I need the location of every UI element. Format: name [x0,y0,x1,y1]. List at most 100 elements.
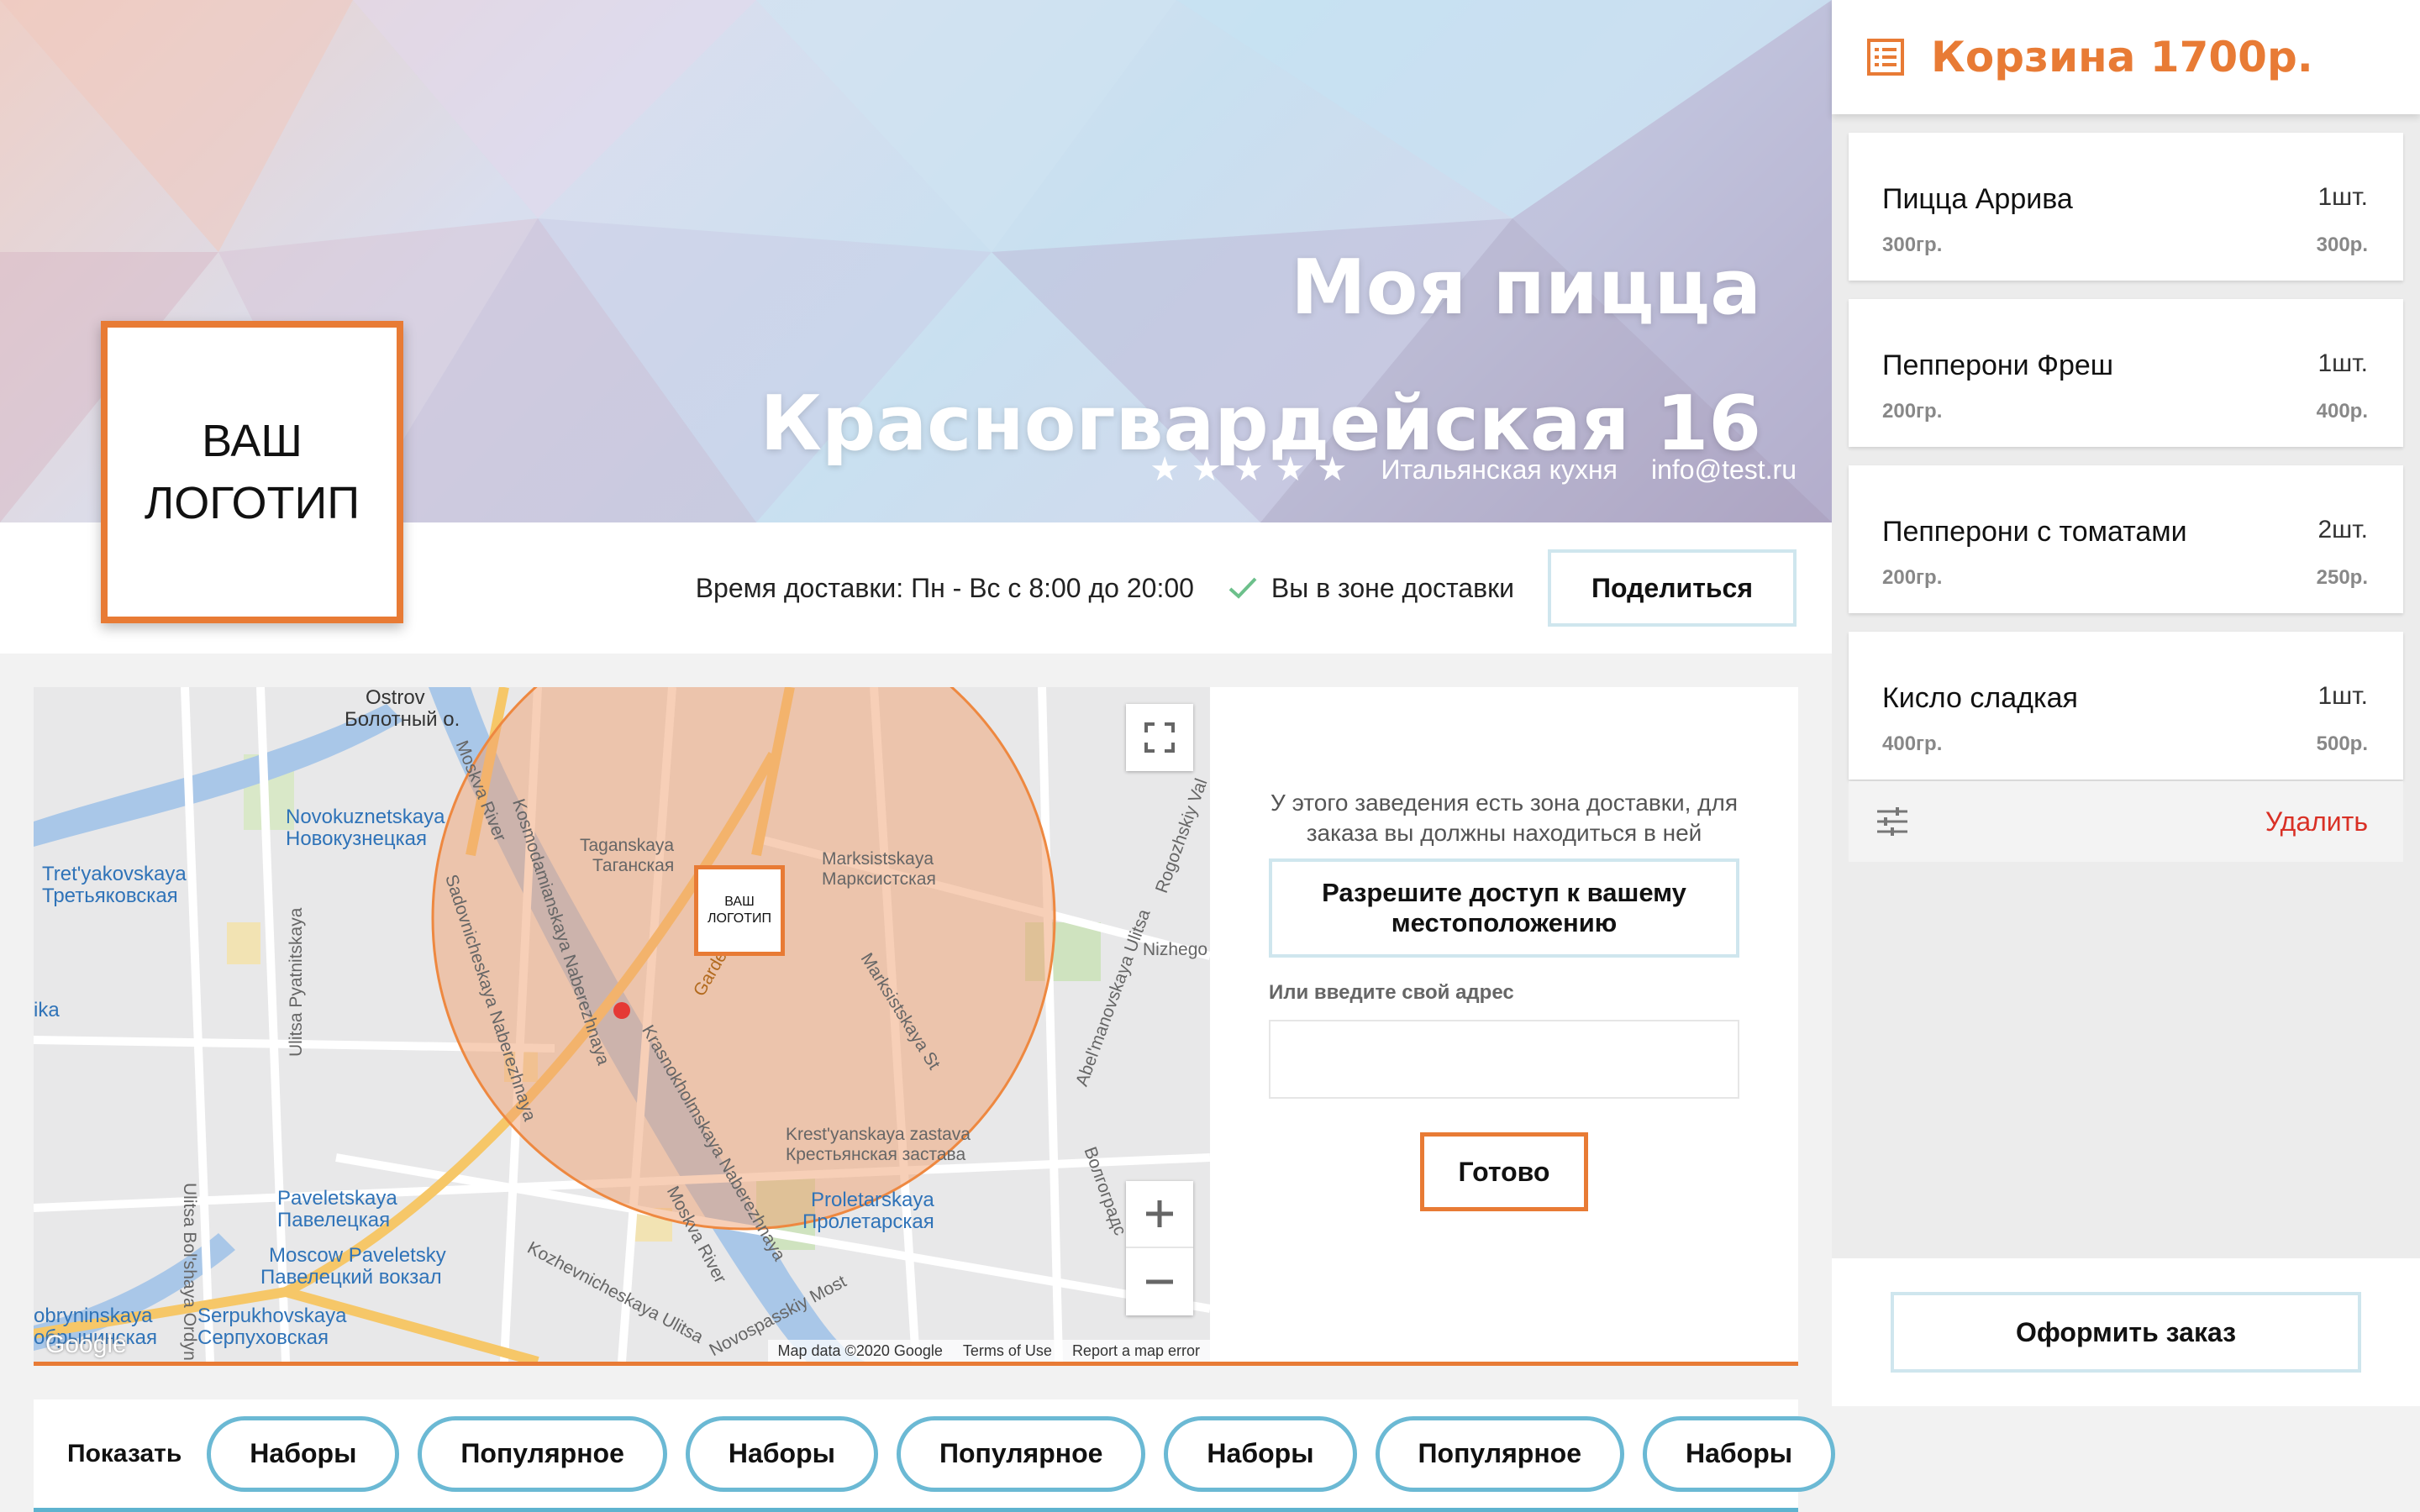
cart-item[interactable]: Кисло сладкая 1шт. 400гр. 500р. [1849,632,2403,780]
google-logo[interactable]: Google [45,1332,127,1357]
cart-item-weight: 200гр. [1882,566,1943,589]
map-data-credit: Map data ©2020 Google [777,1341,943,1359]
cart-item[interactable]: Пепперони Фреш 1шт. 200гр. 400р. [1849,299,2403,447]
minus-icon [1146,1279,1173,1284]
map-label-paveletskaya-ru: Павелецкая [277,1209,391,1231]
map-label-serpukhovskaya-ru: Серпуховская [197,1326,329,1349]
restaurant-meta: ★ ★ ★ ★ ★ Итальянская кухня info@test.ru [1150,450,1797,489]
star-icon: ★ [1233,451,1264,488]
map-label-taganskaya: Taganskaya [580,836,675,855]
location-panel: У этого заведения есть зона доставки, дл… [1210,687,1798,1362]
email-link[interactable]: info@test.ru [1651,454,1797,486]
ready-button[interactable]: Готово [1420,1132,1588,1211]
cart-item[interactable]: Пицца Аррива 1шт. 300гр. 300р. [1849,133,2403,281]
settings-sliders-icon[interactable] [1874,805,1911,838]
filter-pill-sets[interactable]: Наборы [1164,1415,1357,1492]
check-icon [1228,577,1257,599]
map-label-proletarskaya: Proletarskaya [811,1189,934,1211]
map-logo-line2: ЛОГОТИП [708,911,771,926]
filter-pill-sets[interactable]: Наборы [1642,1415,1836,1492]
zoom-control [1126,1181,1193,1315]
delivery-time: Время доставки: Пн - Вс с 8:00 до 20:00 [695,572,1194,603]
map-terms-link[interactable]: Terms of Use [963,1342,1052,1360]
cart-actions: Удалить [1849,781,2403,862]
map-label-taganskaya-ru: Таганская [592,856,675,875]
address-input[interactable] [1269,1020,1739,1099]
restaurant-name-line1: Моя пицца [1291,244,1761,332]
cart-header: Корзина 1700р. [1832,0,2420,114]
star-icon: ★ [1192,451,1222,488]
cart-item-name: Пепперони с томатами [1882,516,2187,548]
filter-pill-popular[interactable]: Популярное [418,1415,667,1492]
map-label-marksistskaya-ru: Марксистская [822,869,936,889]
delivery-map-card: Ostrov Болотный о. Novokuznetskaya Новок… [34,687,1798,1366]
plus-icon [1146,1200,1173,1227]
star-icon: ★ [1275,451,1306,488]
map-label-tretyakovskaya-ru: Третьяковская [42,885,178,907]
map-label-novokuznetskaya-ru: Новокузнецкая [286,827,427,850]
address-label: Или введите свой адрес [1269,981,1514,1004]
cuisine-label: Итальянская кухня [1381,454,1618,485]
star-icon: ★ [1150,451,1181,488]
cart-item-qty: 1шт. [2317,183,2368,211]
star-icon: ★ [1317,451,1348,488]
cart-item[interactable]: Пепперони с томатами 2шт. 200гр. 250р. [1849,465,2403,613]
delivery-zone-status: Вы в зоне доставки [1228,573,1514,604]
cart-title: Корзина 1700р. [1931,33,2313,81]
map-tiles [34,687,1210,1362]
map-label-ordynka: Ulitsa Bol'shaya Ordynka [180,1183,199,1362]
cart-panel: Корзина 1700р. Пицца Аррива 1шт. 300гр. … [1832,0,2420,1406]
checkout-button[interactable]: Оформить заказ [1891,1292,2361,1373]
cart-item-weight: 200гр. [1882,400,1943,423]
map-label-ostrov-ru: Болотный о. [345,708,460,731]
logo-text-line2: ЛОГОТИП [144,478,360,528]
allow-location-button[interactable]: Разрешите доступ к вашему местоположению [1269,858,1739,958]
cart-item-price: 500р. [2316,732,2368,755]
map-restaurant-marker[interactable]: ВАШ ЛОГОТИП [694,865,785,956]
map-label-nizhego: Nizhego [1143,940,1208,959]
filter-pill-popular[interactable]: Популярное [1375,1415,1624,1492]
map-label-moscow-paveletsky: Moscow Paveletsky [269,1244,446,1267]
cart-item-price: 250р. [2316,566,2368,589]
rating-stars: ★ ★ ★ ★ ★ [1150,450,1347,489]
map-label-serpukhovskaya: Serpukhovskaya [197,1305,347,1327]
receipt-list-icon [1867,39,1904,76]
cart-item-price: 400р. [2316,400,2368,423]
delete-button[interactable]: Удалить [2265,806,2368,837]
filter-pill-popular[interactable]: Популярное [896,1415,1146,1492]
cart-item-qty: 1шт. [2317,682,2368,710]
filter-label: Показать [67,1439,182,1467]
map-label-krestyanskaya-ru: Крестьянская застава [786,1145,966,1164]
cart-item-name: Пицца Аррива [1882,183,2073,215]
map-label-novokuznetskaya: Novokuznetskaya [286,806,445,828]
map-label-pyatnitskaya: Ulitsa Pyatnitskaya [287,907,306,1057]
share-button[interactable]: Поделиться [1547,549,1797,627]
delivery-map[interactable]: Ostrov Болотный о. Novokuznetskaya Новок… [34,687,1210,1362]
zoom-out-button[interactable] [1126,1248,1193,1315]
cart-item-qty: 1шт. [2317,349,2368,377]
filter-pill-sets[interactable]: Наборы [207,1415,400,1492]
cart-item-weight: 400гр. [1882,732,1943,755]
cart-item-qty: 2шт. [2317,516,2368,543]
filter-pill-sets[interactable]: Наборы [685,1415,878,1492]
cart-item-name: Кисло сладкая [1882,682,2078,714]
map-label-ostrov: Ostrov [366,687,425,709]
map-label-paveletskaya: Paveletskaya [277,1187,397,1210]
logo-text-line1: ВАШ [202,416,302,466]
map-logo-line1: ВАШ [724,895,755,909]
cart-item-price: 300р. [2316,234,2368,256]
map-label-dobryninskaya: obryninskaya [34,1305,153,1327]
map-label-krestyanskaya: Krest'yanskaya zastava [786,1125,971,1144]
map-label-tretyakovskaya: Tret'yakovskaya [42,863,187,885]
map-label-proletarskaya-ru: Пролетарская [802,1210,934,1233]
fullscreen-button[interactable] [1126,704,1193,771]
map-footer: Map data ©2020 Google Terms of Use Repor… [767,1340,1210,1362]
map-report-link[interactable]: Report a map error [1072,1342,1200,1360]
restaurant-logo: ВАШ ЛОГОТИП [101,321,403,623]
cart-footer: Оформить заказ [1832,1258,2420,1406]
main-column: Моя пицца Красногвардейская 16 ★ ★ ★ ★ ★… [0,0,1836,1512]
map-label-ika: ika [34,999,60,1021]
zoom-in-button[interactable] [1126,1181,1193,1248]
map-label-paveletsky-ru: Павелецкий вокзал [260,1266,442,1289]
delivery-zone-notice: У этого заведения есть зона доставки, дл… [1270,790,1738,846]
